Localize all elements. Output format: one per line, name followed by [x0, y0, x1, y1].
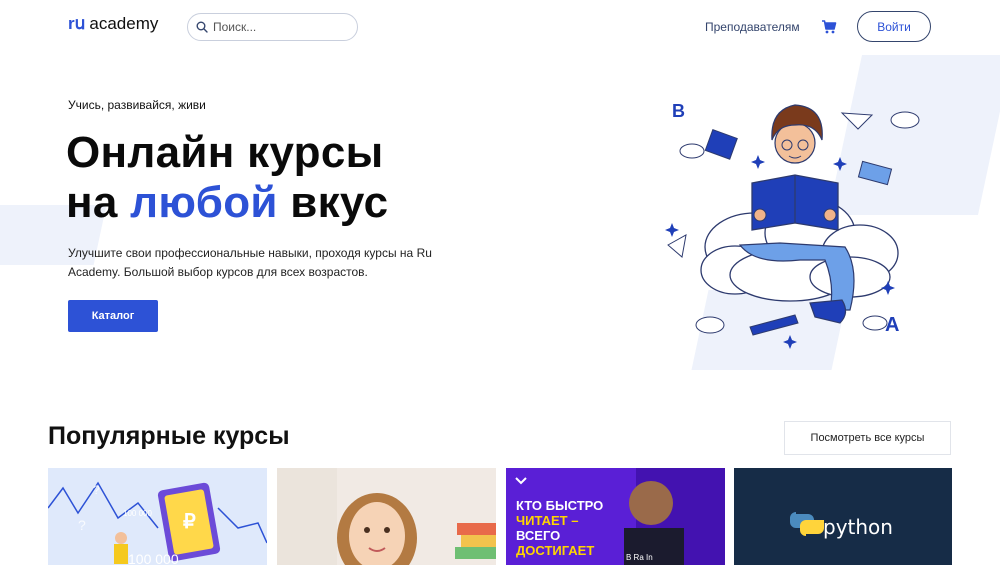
logo[interactable]: rս academy: [68, 14, 158, 34]
login-button[interactable]: Войти: [857, 11, 931, 42]
popular-courses-title: Популярные курсы: [48, 422, 290, 450]
course-card-python[interactable]: python: [734, 468, 952, 565]
svg-text:100 000: 100 000: [128, 551, 179, 565]
hero-illustration: B A: [660, 95, 930, 355]
svg-text:₽: ₽: [183, 511, 196, 533]
svg-text:?: ?: [78, 517, 86, 533]
logo-mark: rս: [68, 14, 86, 33]
shirt-text: B Ra In: [626, 553, 653, 562]
hero-title-line1: Онлайн курсы: [66, 128, 384, 177]
cart-icon[interactable]: [821, 19, 837, 35]
logo-text: academy: [89, 14, 159, 33]
hero-tagline: Учись, развивайся, живи: [68, 98, 206, 112]
search-box[interactable]: [187, 13, 358, 41]
course-card-kids[interactable]: [277, 468, 496, 565]
view-all-courses-button[interactable]: Посмотреть все курсы: [784, 421, 951, 455]
hero-description: Улучшите свои профессиональные навыки, п…: [68, 246, 432, 279]
hero-title-prefix: на: [66, 178, 131, 227]
python-logo-text: python: [823, 515, 893, 539]
course-card-finance[interactable]: ₽ 100 000 100 000 ? ?: [48, 468, 267, 565]
hero-title-accent: любой: [130, 178, 278, 227]
hero-title-suffix: вкус: [277, 178, 389, 227]
svg-text:A: A: [885, 314, 899, 336]
site-header: rս academy Преподавателям Войти: [0, 0, 1000, 56]
course-card-speed-reading[interactable]: B Ra In КТО БЫСТРО ЧИТАЕТ – ВСЕГО ДОСТИГ…: [506, 468, 725, 565]
hero-title: Онлайн курсы на любой вкус: [66, 128, 388, 228]
catalog-button[interactable]: Каталог: [68, 300, 158, 332]
svg-text:B: B: [672, 101, 685, 121]
speed-reading-headline: КТО БЫСТРО ЧИТАЕТ – ВСЕГО ДОСТИГАЕТ: [516, 498, 604, 558]
svg-text:?: ?: [93, 483, 100, 497]
search-input[interactable]: [213, 20, 348, 34]
search-icon: [196, 21, 208, 33]
course-cards: ₽ 100 000 100 000 ? ? B Ra In КТО БЫСТРО…: [48, 468, 952, 565]
svg-text:100 000: 100 000: [123, 509, 152, 518]
nav-link-teachers[interactable]: Преподавателям: [705, 20, 800, 34]
